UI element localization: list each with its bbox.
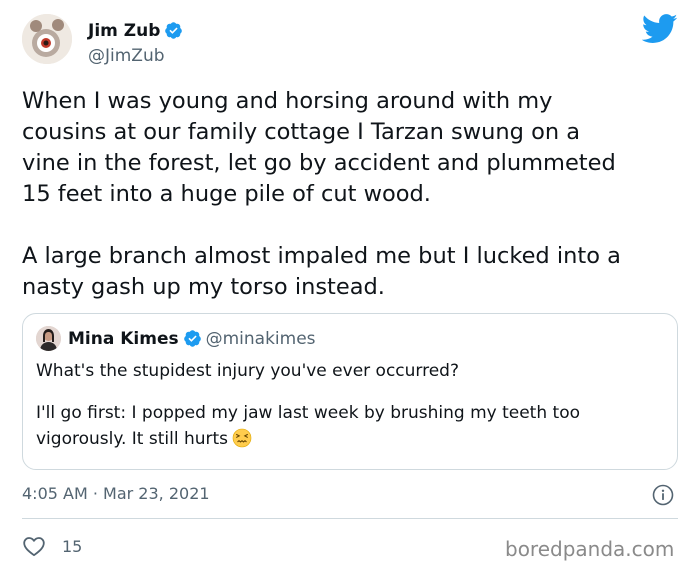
watermark: boredpanda.com bbox=[505, 537, 675, 561]
tweet-text-line: When I was young and horsing around with… bbox=[22, 88, 553, 114]
quoted-text-line-last: vigorously. It still hurts bbox=[36, 426, 666, 452]
quoted-author-handle[interactable]: @minakimes bbox=[206, 329, 316, 349]
tweet-text: When I was young and horsing around with… bbox=[22, 86, 682, 303]
quoted-text: What's the stupidest injury you've ever … bbox=[36, 358, 666, 452]
quoted-tweet[interactable]: Mina Kimes @minakimes What's the stupides… bbox=[22, 313, 678, 470]
heart-icon[interactable] bbox=[22, 535, 46, 557]
confounded-face-icon bbox=[232, 428, 252, 448]
like-count: 15 bbox=[62, 537, 83, 556]
quoted-author-avatar[interactable] bbox=[36, 326, 61, 351]
tweet-text-line: A large branch almost impaled me but I l… bbox=[22, 243, 621, 269]
author-name[interactable]: Jim Zub bbox=[88, 20, 183, 42]
tweet-text-line: cousins at our family cottage I Tarzan s… bbox=[22, 119, 581, 145]
quoted-author-name[interactable]: Mina Kimes bbox=[68, 329, 179, 349]
quoted-text-line: I'll go first: I popped my jaw last week… bbox=[36, 403, 580, 423]
info-icon[interactable] bbox=[652, 484, 674, 506]
tweet-text-line: nasty gash up my torso instead. bbox=[22, 274, 385, 300]
divider bbox=[22, 518, 678, 519]
tweet-text-line: vine in the forest, let go by accident a… bbox=[22, 150, 616, 176]
verified-badge-icon bbox=[165, 22, 183, 39]
author-avatar[interactable] bbox=[22, 14, 72, 64]
tweet-timestamp[interactable]: 4:05 AM · Mar 23, 2021 bbox=[22, 483, 210, 505]
author-handle[interactable]: @JimZub bbox=[88, 45, 165, 67]
verified-badge-icon bbox=[183, 330, 201, 347]
tweet-card: Jim Zub @JimZub When I was young and hor… bbox=[0, 0, 700, 573]
twitter-logo-icon[interactable] bbox=[642, 14, 678, 44]
quoted-text-line: What's the stupidest injury you've ever … bbox=[36, 361, 459, 381]
tweet-text-line: 15 feet into a huge pile of cut wood. bbox=[22, 181, 431, 207]
quoted-header: Mina Kimes @minakimes bbox=[68, 328, 316, 350]
